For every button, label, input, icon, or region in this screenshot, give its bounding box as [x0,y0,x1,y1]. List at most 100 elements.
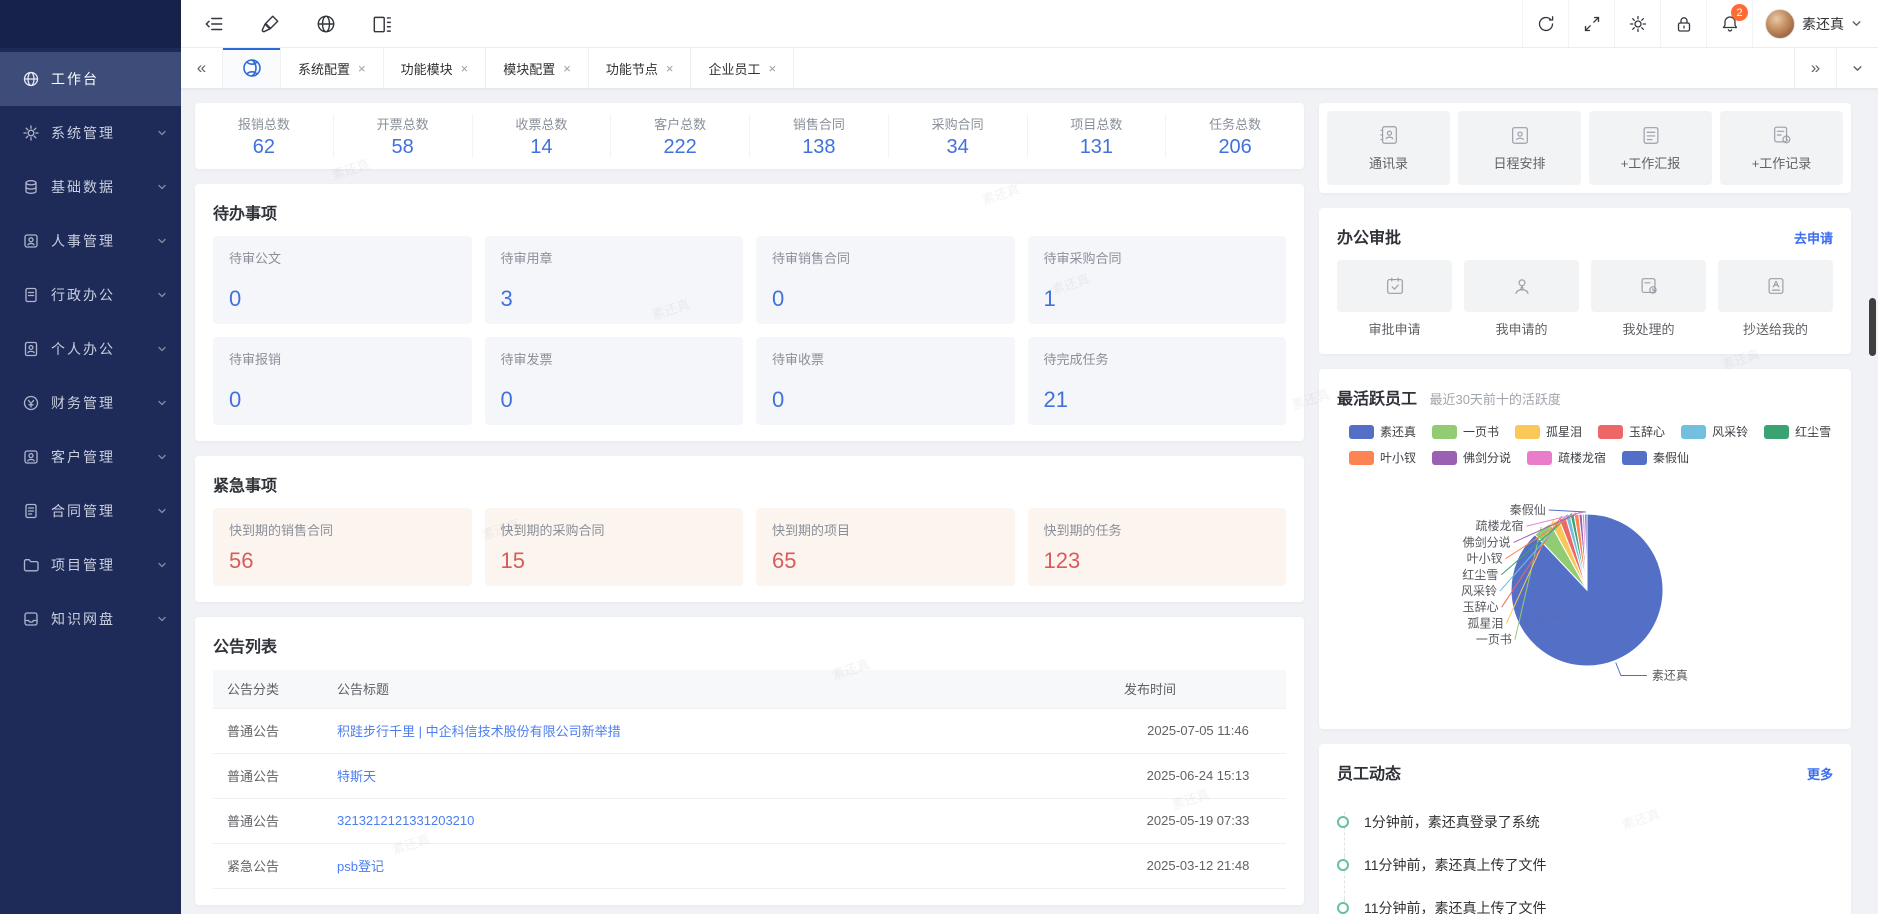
stat-sales-contract[interactable]: 销售合同 138 [750,114,889,158]
sidebar-item-contract[interactable]: 合同管理 [0,484,181,538]
tabs-scroll-left-button[interactable]: « [181,48,223,88]
stat-customer-total[interactable]: 客户总数 222 [611,114,750,158]
todo-pending-reimburse[interactable]: 待审报销 0 [213,337,472,425]
theme-brush-icon[interactable] [259,13,281,35]
more-link[interactable]: 更多 [1807,764,1833,783]
go-apply-link[interactable]: 去申请 [1794,228,1833,247]
stat-task-total[interactable]: 任务总数 206 [1166,114,1304,158]
active-employees-subtitle: 最近30天前十的活跃度 [1429,392,1561,407]
sidebar-item-project[interactable]: 项目管理 [0,538,181,592]
announcement-category: 普通公告 [213,708,323,754]
notifications-button[interactable]: 2 [1706,0,1752,47]
legend-swatch [1349,424,1374,439]
close-icon[interactable]: × [666,62,674,75]
lock-screen-button[interactable] [1660,0,1706,47]
tabs-dropdown-button[interactable] [1836,48,1878,88]
collapse-sidebar-icon[interactable] [203,13,225,35]
stat-invoice-in-total[interactable]: 收票总数 14 [473,114,612,158]
approval-cc-to-me[interactable]: 抄送给我的 [1718,260,1833,338]
chevron-down-icon [1851,18,1862,29]
tab-function-module[interactable]: 功能模块 × [384,48,487,88]
fullscreen-icon [1582,14,1602,34]
legend-item[interactable]: 风采铃 [1681,423,1748,440]
sidebar-item-knowledge-disk[interactable]: 知识网盘 [0,592,181,646]
quick-action-work-record[interactable]: +工作记录 [1720,111,1843,185]
legend-item[interactable]: 疏楼龙宿 [1527,449,1606,466]
legend-item[interactable]: 一页书 [1432,423,1499,440]
sidebar-item-admin-office[interactable]: 行政办公 [0,268,181,322]
announcement-link[interactable]: 积跬步行千里 | 中企科信技术股份有限公司新举措 [337,724,621,739]
stat-purchase-contract[interactable]: 采购合同 34 [889,114,1028,158]
user-menu[interactable]: 素还真 [1752,0,1878,47]
close-icon[interactable]: × [461,62,469,75]
legend-item[interactable]: 秦假仙 [1622,449,1689,466]
tab-home[interactable] [223,48,281,88]
tabs-scroll-right-button[interactable]: » [1794,48,1836,88]
legend-item[interactable]: 叶小钗 [1349,449,1416,466]
work-record-icon [1771,124,1793,146]
legend-item[interactable]: 红尘雪 [1764,423,1831,440]
announcement-link[interactable]: psb登记 [337,859,384,874]
sidebar-item-system-management[interactable]: 系统管理 [0,106,181,160]
todo-pending-tasks[interactable]: 待完成任务 21 [1027,337,1286,425]
legend-item[interactable]: 佛剑分说 [1432,449,1511,466]
pie-label-line [1615,662,1647,676]
urgent-sales-contract[interactable]: 快到期的销售合同 56 [213,508,472,586]
stat-reimburse-total[interactable]: 报销总数 62 [195,114,334,158]
timeline-dot-icon [1337,815,1349,828]
todo-pending-seal[interactable]: 待审用章 3 [484,236,743,324]
approval-my-processed[interactable]: 我处理的 [1591,260,1706,338]
todo-pending-sales-contract[interactable]: 待审销售合同 0 [756,236,1015,324]
stats-summary-card: 报销总数 62 开票总数 58 收票总数 14 客户总数 222 销售合同 138 采购合… [195,103,1304,169]
sidebar-item-base-data[interactable]: 基础数据 [0,160,181,214]
approval-apply[interactable]: 审批申请 [1337,260,1452,338]
quick-action-contacts[interactable]: 通讯录 [1327,111,1450,185]
sidebar-item-customer[interactable]: 客户管理 [0,430,181,484]
contract-icon [22,502,40,520]
close-icon[interactable]: × [563,62,571,75]
close-icon[interactable]: × [768,62,776,75]
tab-system-config[interactable]: 系统配置 × [281,48,384,88]
layout-icon[interactable] [371,13,393,35]
legend-item[interactable]: 孤星泪 [1515,423,1582,440]
section-title-activity: 员工动态 [1337,766,1402,783]
todo-pending-invoice[interactable]: 待审发票 0 [484,337,743,425]
announcement-link[interactable]: 3213212121331203210 [337,813,474,828]
chevron-down-icon [157,182,167,192]
urgent-purchase-contract[interactable]: 快到期的采购合同 15 [484,508,743,586]
sidebar-item-workbench[interactable]: 工作台 [0,52,181,106]
fullscreen-button[interactable] [1568,0,1614,47]
urgent-project[interactable]: 快到期的项目 65 [756,508,1015,586]
stat-invoice-out-total[interactable]: 开票总数 58 [334,114,473,158]
sidebar-item-finance[interactable]: 财务管理 [0,376,181,430]
tab-label: 企业员工 [708,61,761,77]
quick-action-work-report[interactable]: +工作汇报 [1589,111,1712,185]
tab-enterprise-employee[interactable]: 企业员工 × [691,48,795,88]
todo-grid: 待审公文 0 待审用章 3 待审销售合同 0 待审采购合同 1 待审报销 0 待审发票 0 … [213,236,1286,425]
refresh-button[interactable] [1522,0,1568,47]
sidebar-item-personal-office[interactable]: 个人办公 [0,322,181,376]
todo-pending-receipt[interactable]: 待审收票 0 [756,337,1015,425]
stat-project-total[interactable]: 项目总数 131 [1028,114,1167,158]
language-globe-icon[interactable] [315,13,337,35]
vertical-scrollbar[interactable] [1869,298,1876,356]
section-title-approval: 办公审批 [1337,230,1402,247]
pie-slice-label: 秦假仙 [1510,503,1546,517]
settings-button[interactable] [1614,0,1660,47]
activity-timeline: 1分钟前，素还真登录了系统 11分钟前，素还真上传了文件 11分钟前，素还真上传… [1337,800,1833,914]
announcement-link[interactable]: 特斯天 [337,769,376,784]
urgent-task[interactable]: 快到期的任务 123 [1027,508,1286,586]
chevron-down-icon [157,614,167,624]
tab-function-node[interactable]: 功能节点 × [589,48,692,88]
todo-pending-documents[interactable]: 待审公文 0 [213,236,472,324]
tab-module-config[interactable]: 模块配置 × [486,48,589,88]
sidebar-item-hr-management[interactable]: 人事管理 [0,214,181,268]
person-doc-icon [22,340,40,358]
legend-item[interactable]: 玉辞心 [1598,423,1665,440]
quick-action-schedule[interactable]: 日程安排 [1458,111,1581,185]
legend-item[interactable]: 素还真 [1349,423,1416,440]
approval-my-applications[interactable]: 我申请的 [1464,260,1579,338]
urgent-grid: 快到期的销售合同 56 快到期的采购合同 15 快到期的项目 65 快到期的任务 123 [213,508,1286,586]
close-icon[interactable]: × [358,62,366,75]
todo-pending-purchase-contract[interactable]: 待审采购合同 1 [1027,236,1286,324]
